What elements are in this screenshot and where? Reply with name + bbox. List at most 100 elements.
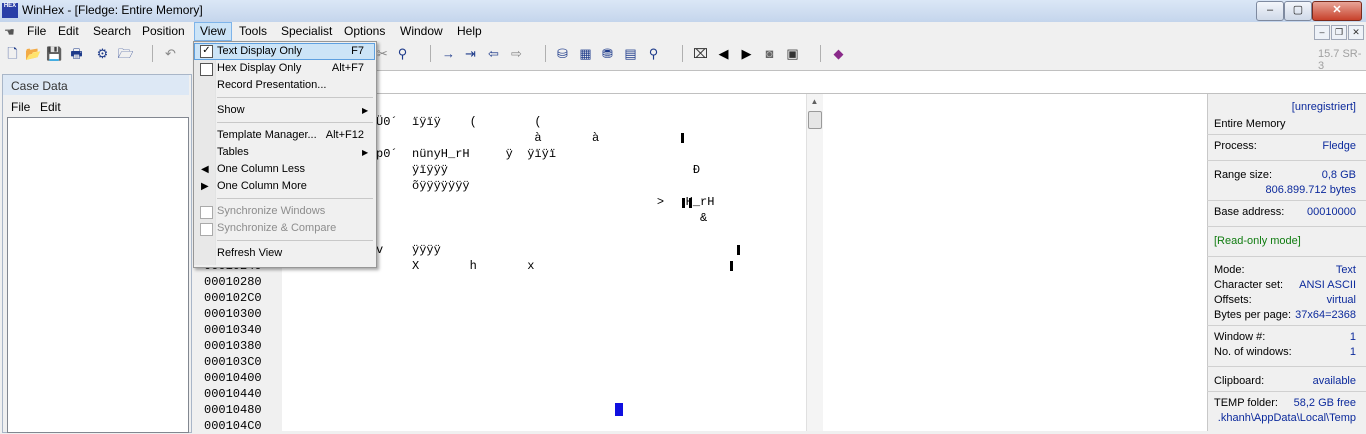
previous-icon[interactable]: ◀ [715, 45, 732, 62]
text-row: à à [376, 131, 600, 145]
bytes-per-page-value: 37x64=2368 [1295, 309, 1356, 321]
offset-row: 00010400 [204, 371, 262, 385]
offsets-label: Offsets: [1214, 294, 1252, 306]
winhex-app-icon[interactable]: HEX [2, 3, 18, 18]
read-only-mode-label: [Read-only mode] [1214, 235, 1301, 247]
menu-item-label: Hex Display Only [217, 62, 302, 74]
menu-item-label: Tables [217, 146, 249, 158]
base-address-value: 00010000 [1307, 206, 1356, 218]
mdi-restore-button[interactable]: ❐ [1331, 25, 1347, 40]
control-char-glyph [682, 198, 685, 208]
title-bar [0, 0, 1366, 22]
trash-icon[interactable]: ⌧ [692, 45, 709, 62]
goto-offset-icon[interactable]: → [440, 45, 457, 62]
window-number-value: 1 [1349, 331, 1356, 343]
text-row: õÿÿÿÿÿÿÿ [376, 179, 470, 193]
offset-row: 00010380 [204, 339, 262, 353]
offset-row: 00010440 [204, 387, 262, 401]
case-menu-file[interactable]: File [11, 100, 30, 114]
menu-item-label: Record Presentation... [217, 79, 327, 91]
vertical-scrollbar[interactable] [806, 94, 823, 431]
control-char-glyph [689, 198, 692, 208]
triangle-right-icon: ▶ [201, 181, 209, 192]
ram-editor-icon[interactable]: ▦ [577, 45, 594, 62]
menu-file[interactable]: File [22, 23, 51, 40]
object-name: Entire Memory [1214, 118, 1286, 130]
info-separator [1207, 200, 1366, 201]
find-binoculars-icon[interactable]: ⚲ [394, 45, 411, 62]
menu-item-shortcut: Alt+F12 [325, 129, 364, 141]
open-folder-icon[interactable]: 📂 [25, 45, 42, 62]
scroll-thumb[interactable] [808, 111, 822, 129]
close-button[interactable]: ✕ [1312, 1, 1362, 21]
text-row: ÿïÿÿÿ Ð [376, 163, 701, 177]
menu-position[interactable]: Position [137, 23, 190, 40]
minimize-button[interactable]: – [1256, 1, 1284, 21]
menu-item-label: One Column More [217, 180, 307, 192]
process-label: Process: [1214, 140, 1257, 152]
mdi-minimize-button[interactable]: – [1314, 25, 1330, 40]
offset-row: 000103C0 [204, 355, 262, 369]
offset-row: 00010300 [204, 307, 262, 321]
forward-icon[interactable]: ⇨ [508, 45, 525, 62]
process-value: Fledge [1322, 140, 1356, 152]
menu-item-label: Text Display Only [217, 45, 302, 57]
menu-separator [217, 240, 373, 241]
calculator-icon[interactable]: ▤ [622, 45, 639, 62]
menu-tools[interactable]: Tools [234, 23, 272, 40]
registration-status: [unregistriert] [1291, 101, 1356, 113]
mdi-close-button[interactable]: ✕ [1348, 25, 1364, 40]
menu-edit[interactable]: Edit [53, 23, 84, 40]
temp-folder-label: TEMP folder: [1214, 397, 1278, 409]
clipboard-value: available [1312, 375, 1356, 387]
charset-label: Character set: [1214, 279, 1284, 291]
camera-icon[interactable]: ◙ [761, 45, 778, 62]
undo-icon[interactable]: ↶ [162, 45, 179, 62]
next-icon[interactable]: ▶ [738, 45, 755, 62]
range-size-label: Range size: [1214, 169, 1273, 181]
clipboard-label: Clipboard: [1214, 375, 1265, 387]
back-icon[interactable]: ⇦ [485, 45, 502, 62]
text-row: Ü0´ ïÿïÿ ( ( [376, 115, 542, 129]
maximize-button[interactable]: ▢ [1284, 1, 1312, 21]
menu-view[interactable]: View [194, 22, 232, 41]
info-separator [1207, 134, 1366, 135]
menu-item-label: Synchronize Windows [217, 205, 326, 217]
goto-sector-icon[interactable]: ⇥ [462, 45, 479, 62]
window-title: WinHex - [Fledge: Entire Memory] [22, 3, 203, 17]
toolbar-separator [820, 45, 821, 62]
zoom-icon[interactable]: ⚲ [645, 45, 662, 62]
menu-search[interactable]: Search [88, 23, 136, 40]
version-label: 15.7 SR-3 [1318, 48, 1362, 72]
charset-value: ANSI ASCII [1299, 279, 1356, 291]
open-disk-icon[interactable]: 🗁 [117, 45, 134, 62]
grid-icon[interactable]: ▣ [784, 45, 801, 62]
menu-specialist[interactable]: Specialist [276, 23, 337, 40]
temp-folder-path: .khanh\AppData\Local\Temp [1217, 412, 1356, 424]
case-data-tree[interactable] [7, 117, 189, 433]
info-separator [1207, 226, 1366, 227]
new-file-icon[interactable]: 🗋 [4, 45, 21, 62]
text-cursor [615, 403, 623, 416]
menu-item-label: Template Manager... [217, 129, 317, 141]
clone-disk-icon[interactable]: ⛃ [599, 45, 616, 62]
checkbox-icon [200, 63, 213, 76]
text-row: p0´ nünyH_rH ÿ ÿïÿï [376, 147, 557, 161]
case-menu-edit[interactable]: Edit [40, 100, 61, 114]
menu-separator [217, 198, 373, 199]
text-row: X h x [376, 259, 535, 273]
disk-editor-icon[interactable]: ⛁ [554, 45, 571, 62]
menu-window[interactable]: Window [395, 23, 448, 40]
help-book-icon[interactable]: ◆ [830, 45, 847, 62]
info-separator [1207, 325, 1366, 326]
save-icon[interactable]: 💾 [46, 45, 63, 62]
properties-icon[interactable]: ⚙ [94, 45, 111, 62]
menu-item-label: Synchronize & Compare [217, 222, 337, 234]
text-row: > H_rH [376, 195, 715, 209]
menu-help[interactable]: Help [452, 23, 487, 40]
menu-options[interactable]: Options [339, 23, 390, 40]
case-data-title: Case Data [11, 79, 68, 93]
scroll-up-arrow-icon[interactable]: ▲ [807, 94, 822, 110]
print-icon[interactable]: 🖶 [68, 45, 85, 62]
menu-item-shortcut: Alt+F7 [331, 62, 364, 74]
